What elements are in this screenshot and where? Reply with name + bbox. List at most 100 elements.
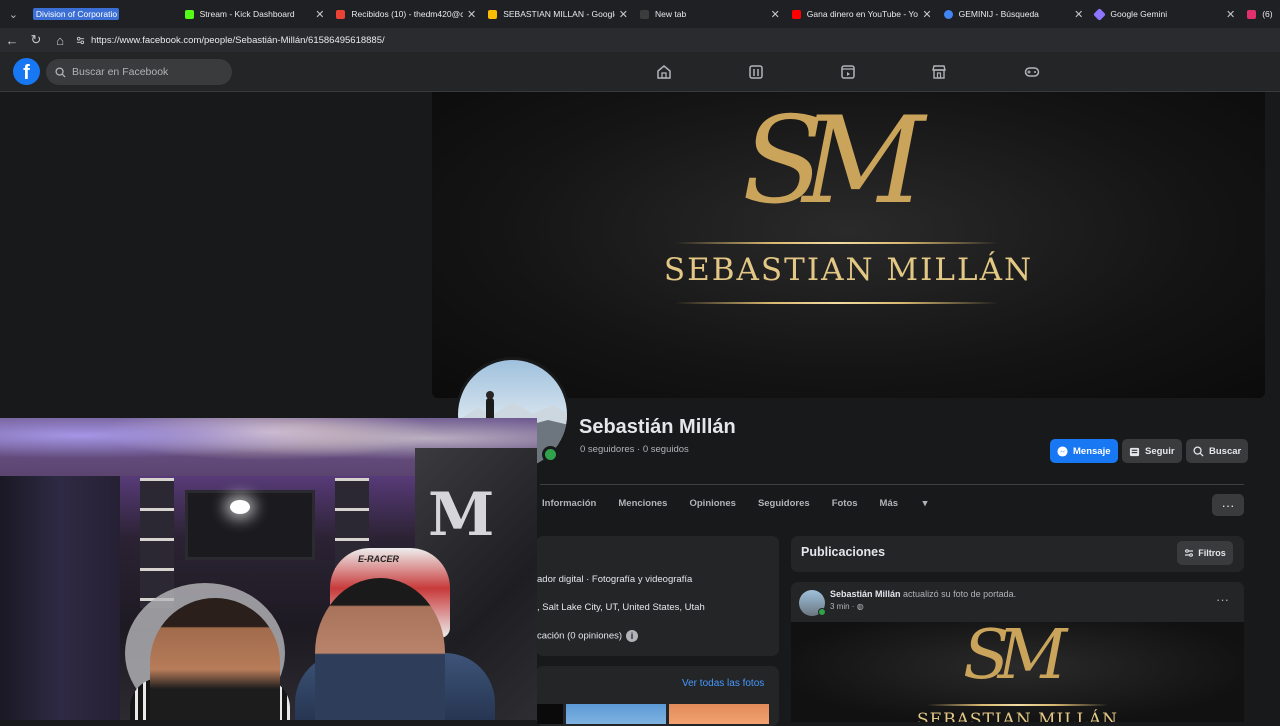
- gmail-icon: [336, 9, 346, 19]
- tab-fotos[interactable]: Fotos: [832, 498, 858, 509]
- info-icon[interactable]: i: [626, 630, 639, 642]
- tab-title: Stream - Kick Dashboard: [199, 9, 295, 19]
- tab-search-chevron-icon[interactable]: ⌄: [0, 0, 27, 28]
- site-info-icon[interactable]: [76, 36, 85, 45]
- gemini-icon: [1093, 7, 1107, 21]
- back-icon[interactable]: ←: [0, 28, 24, 52]
- address-bar: ← ↻ ⌂ https://www.facebook.com/people/Se…: [0, 28, 1280, 52]
- tab-title: SEBASTIAN MILLAN - Google Drive: [503, 9, 615, 19]
- profile-name: Sebastián Millán: [579, 416, 736, 438]
- tab-8[interactable]: (6) In: [1241, 0, 1280, 28]
- webcam-overlay: M E-RACER: [0, 418, 537, 720]
- cover-monogram: SM: [742, 92, 925, 231]
- see-all-photos-link[interactable]: Ver todas las fotos: [682, 678, 764, 689]
- gaming-nav-icon[interactable]: [1024, 64, 1040, 80]
- close-icon[interactable]: ✕: [1226, 8, 1235, 21]
- post-options-button[interactable]: ···: [1216, 592, 1229, 607]
- browser-tab-bar: ⌄ Division of Corporatio Stream - Kick D…: [0, 0, 1280, 28]
- close-icon[interactable]: ✕: [619, 8, 628, 21]
- tab-1[interactable]: Stream - Kick Dashboard ✕: [179, 0, 331, 28]
- close-icon[interactable]: ✕: [771, 8, 780, 21]
- intro-category: ador digital · Fotografía y videografía: [537, 574, 693, 585]
- instagram-icon: [1247, 9, 1257, 19]
- caret-down-icon: ▾: [922, 498, 928, 509]
- tab-4[interactable]: New tab ✕: [634, 0, 786, 28]
- search-icon: [55, 66, 66, 78]
- webcam-wall-logo: M: [428, 480, 495, 550]
- filters-label: Filtros: [1198, 548, 1226, 558]
- facebook-header: f Buscar en Facebook: [0, 52, 1280, 92]
- reload-icon[interactable]: ↻: [24, 28, 48, 52]
- tab-0[interactable]: Division of Corporatio: [27, 0, 179, 28]
- search-input[interactable]: Buscar en Facebook: [46, 59, 232, 85]
- tab-2[interactable]: Recibidos (10) - thedm420@corpo ✕: [330, 0, 482, 28]
- webcam-chair-brand: E-RACER: [358, 554, 400, 564]
- video-nav-icon[interactable]: [840, 64, 856, 80]
- tab-seguidores[interactable]: Seguidores: [758, 498, 810, 509]
- marketplace-nav-icon[interactable]: [931, 64, 947, 80]
- cover-photo[interactable]: SM SEBASTIAN MILLÁN: [432, 92, 1265, 398]
- close-icon[interactable]: ✕: [1074, 8, 1083, 21]
- follower-count[interactable]: 0 seguidores · 0 seguidos: [580, 444, 689, 455]
- url-field[interactable]: https://www.facebook.com/people/Sebastiá…: [76, 35, 385, 46]
- close-icon[interactable]: ✕: [467, 8, 476, 21]
- post-author-name[interactable]: Sebastián Millán: [830, 589, 901, 599]
- posts-title: Publicaciones: [801, 545, 886, 559]
- close-icon[interactable]: ✕: [315, 8, 324, 21]
- tab-3[interactable]: SEBASTIAN MILLAN - Google Drive ✕: [482, 0, 634, 28]
- profile-tabs: Información Menciones Opiniones Seguidor…: [542, 498, 971, 509]
- post-header: Sebastián Millán actualizó su foto de po…: [830, 589, 1016, 599]
- tab-7[interactable]: Google Gemini ✕: [1089, 0, 1241, 28]
- photo-thumb[interactable]: [669, 704, 769, 724]
- message-button[interactable]: Mensaje: [1050, 439, 1118, 463]
- tab-mas[interactable]: Más ▾: [880, 498, 950, 509]
- cover-divider-top: [675, 242, 998, 244]
- tab-title: Recibidos (10) - thedm420@corpo: [351, 9, 463, 19]
- close-icon[interactable]: ✕: [922, 8, 931, 21]
- home-nav-icon[interactable]: [656, 64, 672, 80]
- profile-search-button[interactable]: Buscar: [1186, 439, 1249, 463]
- tab-menciones[interactable]: Menciones: [618, 498, 667, 509]
- globe-icon: ◍: [856, 602, 864, 611]
- tab-title: Google Gemini: [1110, 9, 1168, 19]
- webcam-left-wall: [0, 458, 120, 720]
- online-status-dot: [818, 608, 826, 616]
- post-time-text: 3 min ·: [830, 602, 855, 611]
- tab-informacion[interactable]: Información: [542, 498, 596, 509]
- post-timestamp[interactable]: 3 min · ◍: [830, 602, 864, 611]
- tab-title: Division of Corporatio: [32, 8, 119, 20]
- intro-rating-text: cación (0 opiniones): [537, 630, 623, 642]
- profile-divider: [540, 484, 1244, 485]
- message-label: Mensaje: [1073, 445, 1111, 457]
- tab-opiniones[interactable]: Opiniones: [689, 498, 735, 509]
- youtube-icon: [791, 9, 801, 19]
- webcam-tv: [185, 490, 315, 560]
- intro-location[interactable]: , Salt Lake City, UT, United States, Uta…: [537, 602, 705, 613]
- cover-divider-bottom: [675, 302, 998, 304]
- post-divider: [927, 704, 1108, 706]
- photo-thumb[interactable]: [537, 704, 563, 724]
- url-text: https://www.facebook.com/people/Sebastiá…: [91, 34, 385, 46]
- photo-thumb[interactable]: [566, 704, 666, 724]
- facebook-logo-icon[interactable]: f: [13, 58, 40, 85]
- intro-rating: cación (0 opiniones) i: [537, 630, 639, 642]
- profile-more-button[interactable]: ···: [1212, 494, 1244, 516]
- tab-mas-label: Más: [879, 498, 899, 509]
- search-placeholder: Buscar en Facebook: [72, 66, 169, 78]
- reels-nav-icon[interactable]: [748, 64, 764, 80]
- follow-label: Seguir: [1145, 445, 1175, 457]
- filters-button[interactable]: Filtros: [1177, 541, 1233, 565]
- post-action: actualizó su foto de portada.: [903, 589, 1017, 599]
- drive-icon: [488, 9, 498, 19]
- tab-5[interactable]: Gana dinero en YouTube - YouTub ✕: [786, 0, 938, 28]
- tab-title: Gana dinero en YouTube - YouTub: [806, 9, 919, 19]
- post-image[interactable]: SM SEBASTIAN MILLÁN: [791, 622, 1244, 722]
- search-icon: [943, 9, 953, 19]
- search-icon: [1193, 445, 1204, 457]
- cover-name: SEBASTIAN MILLÁN: [663, 252, 1034, 288]
- follow-button[interactable]: Seguir: [1122, 439, 1182, 463]
- tab-6[interactable]: GEMINIJ - Búsqueda ✕: [938, 0, 1090, 28]
- webcam-ring-light: [230, 500, 250, 514]
- kick-icon: [184, 9, 194, 19]
- home-icon[interactable]: ⌂: [48, 28, 72, 52]
